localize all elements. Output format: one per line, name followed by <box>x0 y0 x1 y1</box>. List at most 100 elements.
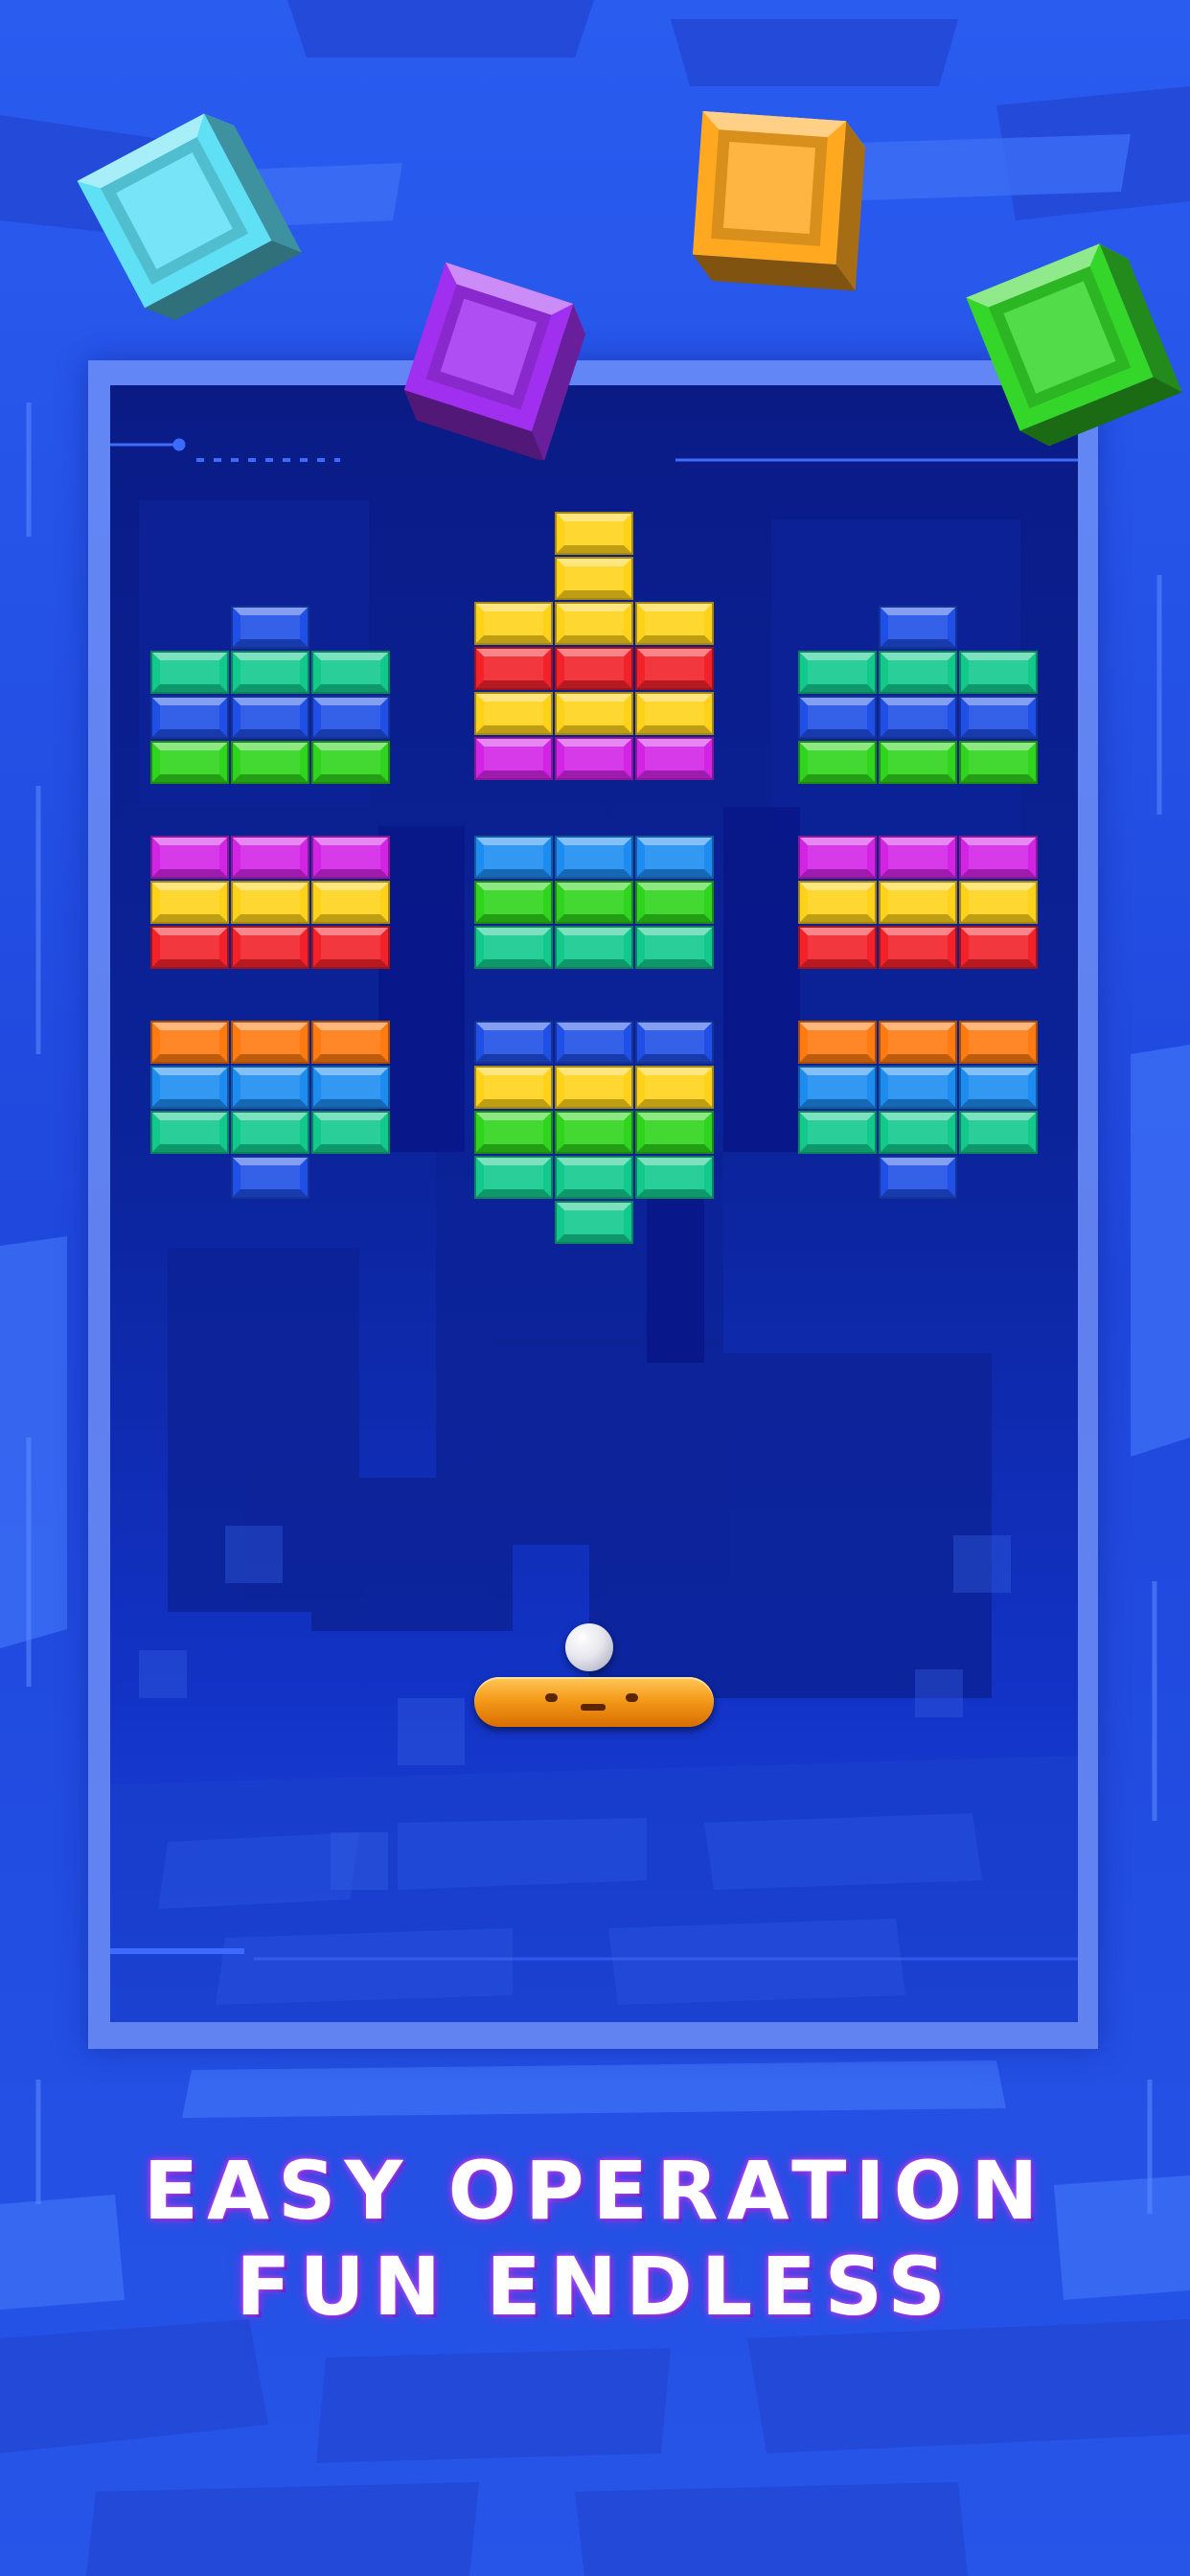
formation-top-left <box>150 606 390 784</box>
brick <box>879 741 957 784</box>
brick <box>555 647 633 690</box>
brick <box>879 1021 957 1064</box>
brick <box>231 1021 309 1064</box>
cyan-cube <box>77 113 303 321</box>
brick <box>474 647 553 690</box>
brick <box>311 741 390 784</box>
brick <box>311 881 390 924</box>
brick <box>555 557 633 600</box>
brick <box>150 651 229 694</box>
headline-line-1: EASY OPERATION <box>143 2144 1047 2238</box>
brick <box>474 737 553 780</box>
brick <box>798 926 877 969</box>
brick <box>311 926 390 969</box>
brick <box>959 1066 1038 1109</box>
brick <box>231 881 309 924</box>
brick <box>959 741 1038 784</box>
paddle-dot-left <box>545 1693 558 1702</box>
brick <box>555 881 633 924</box>
brick <box>231 836 309 879</box>
brick <box>311 836 390 879</box>
paddle-dot-right <box>626 1693 638 1702</box>
formation-mid-left <box>150 836 390 969</box>
brick <box>555 1066 633 1109</box>
brick <box>879 651 957 694</box>
brick <box>150 1066 229 1109</box>
brick <box>474 692 553 735</box>
brick <box>474 1111 553 1154</box>
brick <box>635 1156 714 1199</box>
brick <box>635 1021 714 1064</box>
brick <box>635 881 714 924</box>
formation-bottom-right <box>798 1021 1038 1199</box>
brick <box>150 1111 229 1154</box>
brick <box>474 881 553 924</box>
brick <box>555 1111 633 1154</box>
brick <box>959 696 1038 739</box>
purple-cube <box>403 262 586 460</box>
formation-mid-center <box>474 836 714 969</box>
brick <box>474 1156 553 1199</box>
paddle[interactable] <box>474 1677 714 1727</box>
brick <box>635 926 714 969</box>
brick <box>150 926 229 969</box>
brick <box>311 651 390 694</box>
brick <box>555 836 633 879</box>
formation-mid-right <box>798 836 1038 969</box>
brick-field <box>150 512 1038 1244</box>
ball <box>565 1623 613 1671</box>
brick <box>879 1111 957 1154</box>
brick <box>555 692 633 735</box>
brick <box>474 1021 553 1064</box>
brick <box>959 926 1038 969</box>
brick <box>798 1021 877 1064</box>
brick <box>879 1156 957 1199</box>
brick <box>798 651 877 694</box>
brick <box>635 692 714 735</box>
brick <box>635 1111 714 1154</box>
brick <box>150 741 229 784</box>
headline-line-2: FUN ENDLESS <box>236 2240 954 2334</box>
brick <box>474 602 553 645</box>
brick <box>555 1201 633 1244</box>
brick <box>150 1021 229 1064</box>
brick <box>555 1156 633 1199</box>
brick <box>798 741 877 784</box>
brick <box>635 1066 714 1109</box>
brick <box>959 1021 1038 1064</box>
brick <box>879 1066 957 1109</box>
brick <box>959 1111 1038 1154</box>
brick <box>959 881 1038 924</box>
brick <box>555 737 633 780</box>
brick <box>798 1111 877 1154</box>
brick <box>231 1156 309 1199</box>
formation-bottom-center <box>474 1021 714 1244</box>
decor-cubes <box>77 110 1182 460</box>
brick <box>231 1066 309 1109</box>
brick <box>311 696 390 739</box>
brick <box>311 1066 390 1109</box>
brick <box>879 696 957 739</box>
brick <box>231 606 309 649</box>
brick <box>474 836 553 879</box>
brick <box>231 926 309 969</box>
brick <box>150 836 229 879</box>
brick <box>150 881 229 924</box>
brick <box>635 602 714 645</box>
brick <box>150 696 229 739</box>
brick <box>231 741 309 784</box>
brick <box>798 881 877 924</box>
brick <box>474 1066 553 1109</box>
game-board[interactable] <box>110 385 1078 2022</box>
formation-top-center <box>474 512 714 780</box>
orange-cube <box>692 110 866 291</box>
brick <box>879 926 957 969</box>
brick <box>635 836 714 879</box>
brick <box>798 696 877 739</box>
formation-bottom-left <box>150 1021 390 1199</box>
green-cube <box>966 243 1182 447</box>
brick <box>311 1111 390 1154</box>
brick <box>798 836 877 879</box>
brick <box>231 651 309 694</box>
brick <box>555 602 633 645</box>
